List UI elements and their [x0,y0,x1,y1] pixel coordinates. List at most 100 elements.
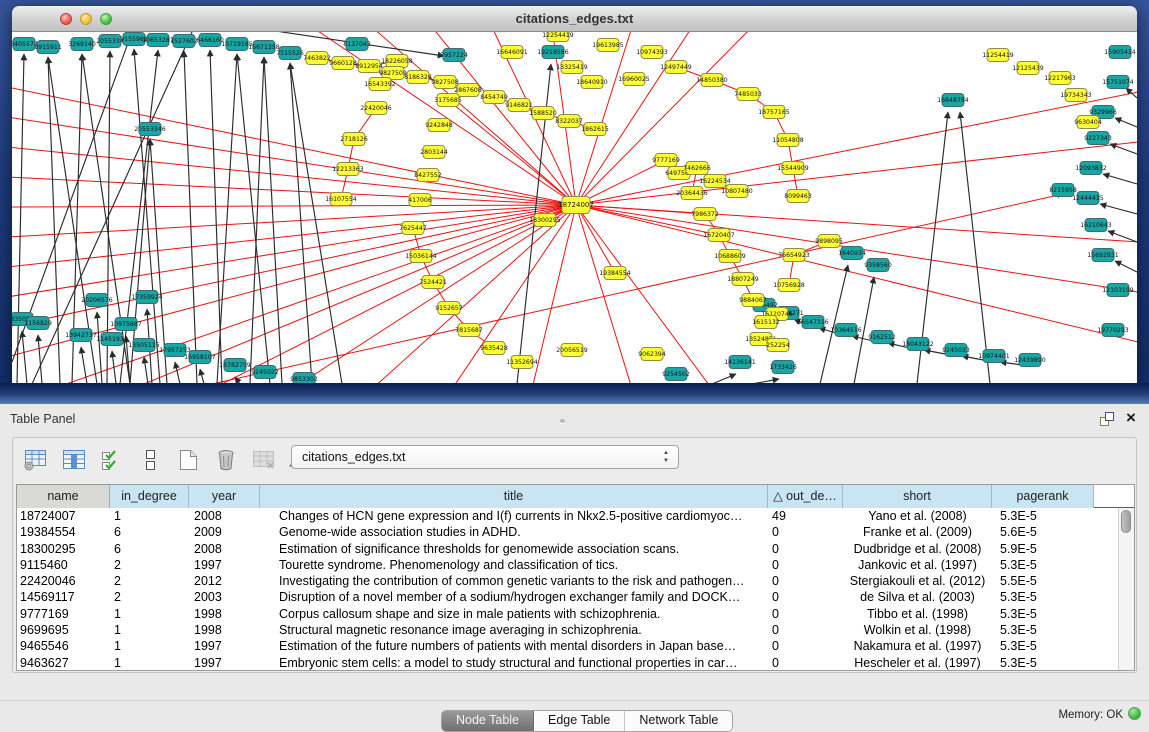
table-row[interactable]: 1830029562008Estimation of significance … [17,541,1134,557]
splitter-handle[interactable] [560,419,565,423]
table-row[interactable]: 977716911998Corpus callosum shape and si… [17,606,1134,622]
graph-node[interactable]: 7515526 [276,47,304,60]
graph-node[interactable]: 1640934 [838,247,866,260]
column-header-short[interactable]: short [843,485,992,508]
graph-node[interactable]: 20206576 [81,294,113,307]
graph-node[interactable]: 8427552 [414,169,442,182]
graph-node[interactable]: 16646091 [496,46,528,59]
column-header-year[interactable]: year [189,485,260,508]
graph-node[interactable]: 8186328 [404,71,432,84]
graph-node[interactable]: 10974401 [978,350,1010,363]
graph-node[interactable]: 9884067 [739,294,767,307]
graph-node[interactable]: 17359924 [131,291,163,304]
graph-node[interactable]: 8322037 [555,115,583,128]
graph-node[interactable]: 10756928 [773,279,805,292]
graph-node[interactable]: 18300295 [529,214,561,227]
graph-node[interactable]: 9227343 [1084,132,1112,145]
graph-node[interactable]: 16720407 [703,229,735,242]
graph-node[interactable]: 19734343 [1060,89,1092,102]
graph-node[interactable]: 6466160 [196,34,224,47]
graph-node[interactable]: 14850380 [696,74,728,87]
graph-node[interactable]: 3269140 [68,38,96,51]
column-header-name[interactable]: name [17,485,110,508]
graph-node[interactable]: 13325419 [556,61,588,74]
graph-node[interactable]: 12439890 [1014,354,1046,367]
graph-node[interactable]: 11352694 [506,356,538,369]
table-selector[interactable]: citations_edges.txt ▲▼ [291,445,679,469]
graph-node[interactable]: 9358560 [864,259,892,272]
tab-network-table[interactable]: Network Table [625,711,732,731]
float-panel-icon[interactable] [1099,411,1115,427]
graph-node[interactable]: 15036144 [405,250,437,263]
graph-node[interactable]: 9777169 [652,154,680,167]
graph-node[interactable]: 1156829 [24,317,52,330]
memory-status-icon[interactable] [1128,707,1141,720]
graph-node[interactable]: 12254419 [542,32,574,42]
delete-column-icon[interactable] [213,448,239,472]
graph-node[interactable]: 8454749 [480,91,508,104]
graph-hub-node[interactable]: 18724007 [558,197,594,214]
graph-node[interactable]: 9660128 [329,57,357,70]
graph-node[interactable]: 1615132 [752,316,780,329]
graph-node[interactable]: 7485033 [734,88,762,101]
graph-node[interactable]: 16671358 [248,41,280,54]
graph-node[interactable]: 1527602 [170,35,198,48]
graph-node[interactable]: 15751074 [1102,76,1134,89]
graph-node[interactable]: 252254 [766,339,790,352]
graph-node[interactable]: 16648784 [937,94,969,107]
new-column-icon[interactable] [175,448,201,472]
table-scrollbar[interactable] [1118,508,1134,670]
graph-node[interactable]: 13505115 [128,339,160,352]
graph-node[interactable]: 11254419 [982,49,1014,62]
graph-node[interactable]: 3175685 [434,94,462,107]
graph-node[interactable]: 10974393 [636,46,668,59]
graph-node[interactable]: 2803144 [420,146,448,159]
graph-node[interactable]: 16107554 [325,193,357,206]
table-row[interactable]: 1872400712008Changes of HCN gene express… [17,508,1134,524]
graph-node[interactable]: 13942737 [65,329,97,342]
graph-node[interactable]: 19613985 [592,39,624,52]
graph-node[interactable]: 9245022 [251,366,279,379]
graph-node[interactable]: 18043122 [902,338,934,351]
graph-node[interactable]: 10975887 [110,318,142,331]
graph-node[interactable]: 22420046 [360,102,392,115]
graph-node[interactable]: 417006 [408,194,432,207]
graph-node[interactable]: 9162512 [868,331,896,344]
network-canvas[interactable]: 6405574891591132691402055334915596110653… [12,32,1137,384]
graph-node[interactable]: 14136141 [724,356,756,369]
network-window-titlebar[interactable]: citations_edges.txt [12,6,1137,32]
graph-node[interactable]: 20364436 [676,187,708,200]
graph-node[interactable]: 7625447 [399,222,427,235]
graph-node[interactable]: 9898095 [815,235,843,248]
graph-node[interactable]: 9630404 [1074,116,1102,129]
table-row[interactable]: 946554611997Estimation of the future num… [17,638,1134,654]
column-header-in_degree[interactable]: in_degree [110,485,189,508]
graph-node[interactable]: 16210643 [1080,219,1112,232]
graph-node[interactable]: 7462666 [683,162,711,175]
graph-node[interactable]: 8915911 [34,41,62,54]
graph-node[interactable]: 9242848 [425,119,453,132]
column-header-title[interactable]: title [260,485,768,508]
graph-node[interactable]: 7463822 [303,52,331,65]
graph-node[interactable]: 9635428 [480,342,508,355]
graph-node[interactable]: 12093832 [1075,162,1107,175]
graph-node[interactable]: 1588520 [529,107,557,120]
graph-node[interactable]: 8099463 [784,190,812,203]
graph-node[interactable]: 18226058 [381,55,413,68]
table-row[interactable]: 1456911722003Disruption of a novel membe… [17,589,1134,605]
graph-node[interactable]: 7957224 [440,49,468,62]
graph-node[interactable]: 16782759 [219,359,251,372]
graph-node[interactable]: 12125439 [1012,62,1044,75]
graph-node[interactable]: 16547316 [797,316,829,329]
graph-node[interactable]: 11451934 [96,333,128,346]
table-row[interactable]: 2242004622012Investigating the contribut… [17,573,1134,589]
graph-node[interactable]: 16960025 [618,73,650,86]
table-mode-icon[interactable] [23,448,49,472]
graph-node[interactable]: 20056519 [556,344,588,357]
graph-node[interactable]: 16543392 [364,78,396,91]
tab-edge-table[interactable]: Edge Table [534,711,625,731]
graph-node[interactable]: 12103199 [1102,284,1134,297]
attribute-table[interactable]: namein_degreeyeartitle△ out_de…shortpage… [16,484,1135,671]
graph-node[interactable]: 9245033 [942,344,970,357]
row-height-icon[interactable] [137,448,163,472]
